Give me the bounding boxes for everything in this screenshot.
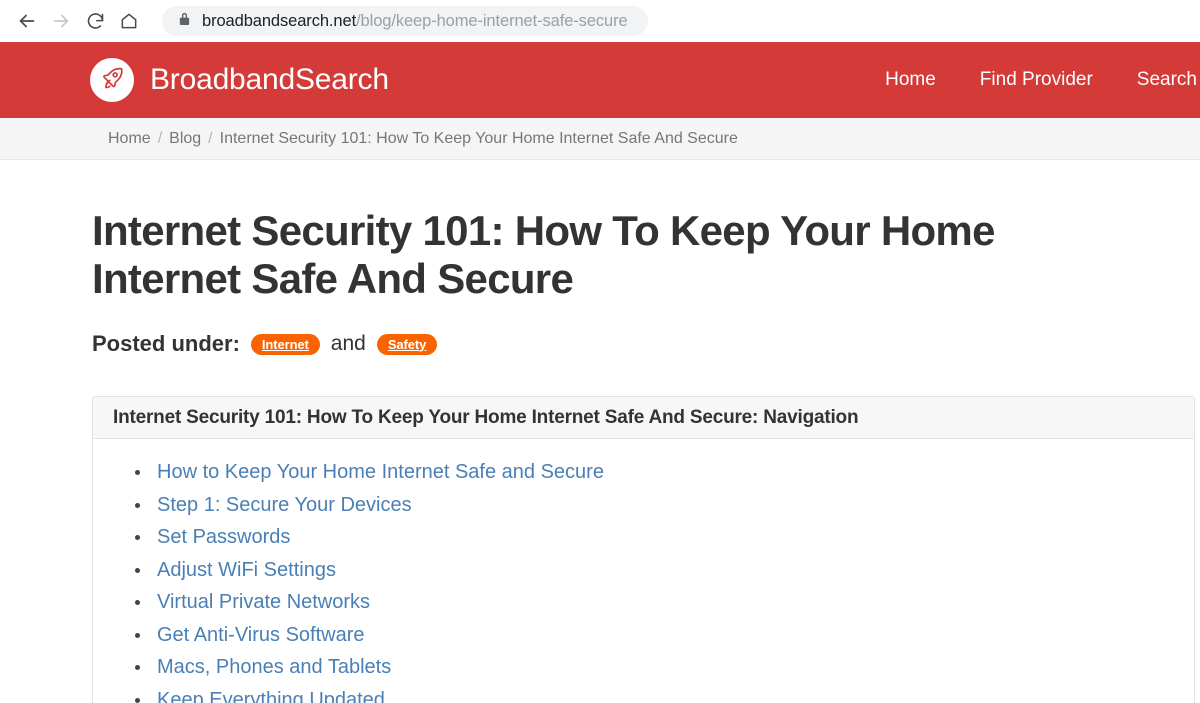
brand-name: BroadbandSearch (150, 63, 389, 96)
article-content: Internet Security 101: How To Keep Your … (0, 207, 1200, 703)
nav-link-search[interactable]: Search (1137, 69, 1197, 91)
nav-panel-link-5[interactable]: Get Anti-Virus Software (157, 624, 365, 646)
home-icon (119, 11, 139, 31)
reload-icon (85, 11, 106, 32)
nav-panel-link-2[interactable]: Set Passwords (157, 526, 290, 548)
article-navigation-panel: Internet Security 101: How To Keep Your … (92, 396, 1195, 703)
list-item: Step 1: Secure Your Devices (113, 494, 1174, 518)
tag-internet[interactable]: Internet (250, 333, 320, 355)
breadcrumb-item-home[interactable]: Home (108, 130, 151, 147)
reload-button[interactable] (78, 4, 112, 38)
navigation-panel-body: How to Keep Your Home Internet Safe and … (93, 439, 1194, 703)
list-item: Virtual Private Networks (113, 591, 1174, 615)
breadcrumb-separator: / (208, 129, 213, 147)
posted-under-label: Posted under: (92, 331, 240, 356)
list-item: Macs, Phones and Tablets (113, 656, 1174, 680)
site-header: BroadbandSearch Home Find Provider Searc… (0, 42, 1200, 118)
navigation-panel-header: Internet Security 101: How To Keep Your … (93, 397, 1194, 439)
list-item: Set Passwords (113, 526, 1174, 550)
back-button[interactable] (10, 4, 44, 38)
nav-link-find-provider[interactable]: Find Provider (980, 69, 1093, 91)
back-arrow-icon (16, 10, 38, 32)
url-path: /blog/keep-home-internet-safe-secure (356, 11, 628, 30)
breadcrumb: Home / Blog / Internet Security 101: How To … (108, 130, 738, 148)
posted-under-row: Posted under: Internet and Safety (92, 331, 1195, 357)
list-item: Keep Everything Updated (113, 689, 1174, 703)
nav-link-home[interactable]: Home (885, 69, 936, 91)
address-bar[interactable]: broadbandsearch.net/blog/keep-home-inter… (162, 6, 648, 36)
nav-panel-link-7[interactable]: Keep Everything Updated (157, 689, 385, 703)
logo-circle (90, 58, 134, 102)
url-domain: broadbandsearch.net (202, 11, 357, 30)
forward-arrow-icon (50, 10, 72, 32)
breadcrumb-separator: / (157, 129, 163, 147)
list-item: Adjust WiFi Settings (113, 559, 1174, 583)
nav-panel-link-3[interactable]: Adjust WiFi Settings (157, 559, 336, 581)
nav-panel-link-0[interactable]: How to Keep Your Home Internet Safe and … (157, 461, 604, 483)
forward-button[interactable] (44, 4, 78, 38)
list-item: Get Anti-Virus Software (113, 624, 1174, 648)
nav-panel-link-1[interactable]: Step 1: Secure Your Devices (157, 494, 412, 516)
tag-safety[interactable]: Safety (376, 333, 438, 355)
tag-conjunction: and (330, 332, 366, 355)
nav-panel-link-6[interactable]: Macs, Phones and Tablets (157, 656, 391, 678)
breadcrumb-item-current: Internet Security 101: How To Keep Your … (219, 129, 738, 147)
navigation-panel-title: Internet Security 101: How To Keep Your … (113, 406, 859, 428)
list-item: How to Keep Your Home Internet Safe and … (113, 461, 1174, 485)
breadcrumb-bar: Home / Blog / Internet Security 101: How To … (0, 118, 1200, 160)
home-button[interactable] (112, 4, 146, 38)
brand-logo-link[interactable]: BroadbandSearch (90, 58, 389, 102)
browser-toolbar: broadbandsearch.net/blog/keep-home-inter… (0, 0, 1200, 42)
lock-icon (178, 11, 191, 31)
navigation-list: How to Keep Your Home Internet Safe and … (113, 461, 1174, 703)
main-navigation: Home Find Provider Search (841, 42, 1200, 118)
rocket-icon (98, 64, 126, 97)
breadcrumb-item-blog[interactable]: Blog (169, 130, 201, 147)
nav-panel-link-4[interactable]: Virtual Private Networks (157, 591, 370, 613)
page-title: Internet Security 101: How To Keep Your … (92, 207, 995, 302)
url-text: broadbandsearch.net/blog/keep-home-inter… (202, 12, 628, 31)
